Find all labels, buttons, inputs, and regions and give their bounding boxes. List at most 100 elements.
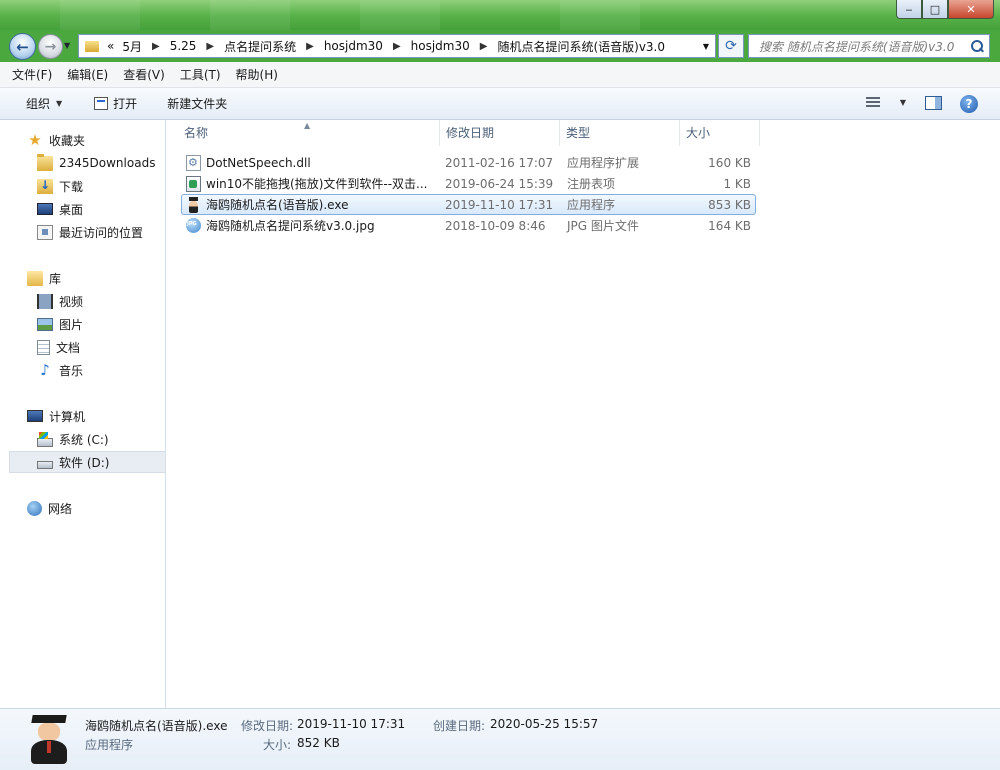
drive-icon [37,461,53,469]
nav-label: 最近访问的位置 [59,225,144,240]
menu-tools[interactable]: 工具(T) [180,66,221,83]
nav-label: 计算机 [49,409,86,424]
nav-item-music[interactable]: ♪ 音乐 [37,359,83,381]
file-row[interactable]: win10不能拖拽(拖放)文件到软件--双击... 2019-06-24 15:… [181,173,756,194]
nav-label: 软件 (D:) [59,455,110,470]
menu-file[interactable]: 文件(F) [12,66,52,83]
details-modified-label: 修改日期: [241,719,294,733]
download-folder-icon [37,178,53,194]
nav-label: 2345Downloads [59,156,156,170]
preview-pane-icon[interactable] [925,96,942,110]
column-header-date[interactable]: 修改日期 [440,120,560,146]
nav-item-drive-d[interactable]: 软件 (D:) [9,451,166,473]
file-name-cell: win10不能拖拽(拖放)文件到软件--双击... [182,175,441,192]
search-input[interactable]: 搜索 随机点名提问系统(语音版)v3.0 [748,34,990,58]
address-segment[interactable]: hosjdm30 [324,39,383,53]
folder-icon [85,40,99,52]
details-modified-value: 2019-11-10 17:31 [297,717,406,731]
nav-network[interactable]: 网络 [27,497,72,519]
recent-places-icon [37,224,53,240]
recent-pages-dropdown[interactable]: ▼ [64,41,70,50]
nav-item-recent-places[interactable]: 最近访问的位置 [37,221,143,243]
menu-help[interactable]: 帮助(H) [236,66,278,83]
column-label: 名称 [184,126,209,140]
title-bar: ‒ □ ✕ [0,0,1000,34]
file-name: DotNetSpeech.dll [206,155,311,170]
dropdown-arrow-icon: ▼ [56,99,63,108]
file-name-cell: 海鸥随机点名(语音版).exe [182,196,441,213]
nav-label: 图片 [59,317,84,332]
nav-item-downloads[interactable]: 下载 [37,175,83,197]
column-header-type[interactable]: 类型 [560,120,680,146]
details-filename: 海鸥随机点名(语音版).exe [85,719,228,733]
nav-libraries[interactable]: 库 [27,267,61,289]
back-button[interactable]: ← [9,33,36,60]
address-segment[interactable]: 5.25 [170,39,197,53]
address-segment[interactable]: 点名提问系统 [224,38,296,55]
chevron-right-icon[interactable]: ▶ [206,41,214,52]
menu-edit[interactable]: 编辑(E) [67,66,108,83]
video-icon [37,293,53,309]
file-size: 160 KB [708,155,751,170]
address-segment[interactable]: hosjdm30 [411,39,470,53]
navigation-pane: ★ 收藏夹 2345Downloads 下载 桌面 最近访问的位置 库 视频 图… [0,120,166,708]
registry-icon [186,175,201,192]
new-folder-button[interactable]: 新建文件夹 [167,95,227,112]
nav-label: 下载 [59,179,84,194]
address-bar[interactable]: « 5月 ▶ 5.25 ▶ 点名提问系统 ▶ hosjdm30 ▶ hosjdm… [78,34,716,58]
file-row[interactable]: DotNetSpeech.dll 2011-02-16 17:07 应用程序扩展… [181,152,756,173]
file-row-selected[interactable]: 海鸥随机点名(语音版).exe 2019-11-10 17:31 应用程序 85… [181,194,756,215]
jpg-icon [186,218,201,233]
column-label: 类型 [566,126,591,140]
nav-item-videos[interactable]: 视频 [37,290,83,312]
refresh-button[interactable]: ⟳ [718,34,744,58]
nav-computer[interactable]: 计算机 [27,405,85,427]
column-header-name[interactable]: ▲ 名称 [167,120,440,146]
file-name: win10不能拖拽(拖放)文件到软件--双击... [206,177,428,191]
menu-view[interactable]: 查看(V) [123,66,165,83]
system-drive-icon [37,431,53,447]
file-type: 应用程序扩展 [567,156,640,170]
exe-icon [28,715,70,765]
address-segment[interactable]: 5月 [122,38,142,55]
file-row[interactable]: 海鸥随机点名提问系统v3.0.jpg 2018-10-09 8:46 JPG 图… [181,215,756,236]
nav-item-documents[interactable]: 文档 [37,336,80,358]
nav-label: 网络 [48,501,73,516]
nav-item-desktop[interactable]: 桌面 [37,198,83,220]
column-header-size[interactable]: 大小 [680,120,760,146]
search-placeholder: 搜索 随机点名提问系统(语音版)v3.0 [759,39,955,54]
organize-button[interactable]: 组织 ▼ [26,95,62,112]
close-button[interactable]: ✕ [948,0,994,19]
file-date: 2018-10-09 8:46 [445,218,546,233]
address-overflow[interactable]: « [107,39,114,53]
nav-item-drive-c[interactable]: 系统 (C:) [37,428,109,450]
forward-button[interactable]: → [38,34,63,59]
nav-item-pictures[interactable]: 图片 [37,313,83,335]
minimize-button[interactable]: ‒ [896,0,922,19]
nav-favorites[interactable]: ★ 收藏夹 [27,129,85,151]
new-folder-label: 新建文件夹 [167,97,228,111]
document-icon [37,339,50,355]
change-view-button[interactable]: ▼ [865,97,906,108]
help-icon[interactable]: ? [960,95,978,113]
file-date: 2019-06-24 15:39 [445,176,554,191]
file-type: 注册表项 [567,177,616,191]
search-icon[interactable] [971,39,984,53]
open-label: 打开 [113,97,138,111]
file-date: 2019-11-10 17:31 [445,197,554,212]
details-created-value: 2020-05-25 15:57 [490,717,599,731]
nav-item-2345downloads[interactable]: 2345Downloads [37,152,155,174]
chevron-right-icon[interactable]: ▶ [152,41,160,52]
nav-label: 视频 [59,294,84,309]
chevron-right-icon[interactable]: ▶ [306,41,314,52]
chevron-right-icon[interactable]: ▶ [393,41,401,52]
menu-bar: 文件(F) 编辑(E) 查看(V) 工具(T) 帮助(H) [0,62,1000,88]
maximize-button[interactable]: □ [922,0,948,19]
chevron-right-icon[interactable]: ▶ [480,41,488,52]
nav-label: 音乐 [59,363,84,378]
address-segment-current[interactable]: 随机点名提问系统(语音版)v3.0 [497,38,665,55]
open-button[interactable]: 打开 [94,95,137,112]
address-dropdown-icon[interactable]: ▼ [703,42,709,51]
back-arrow-icon: ← [16,37,29,56]
details-filetype: 应用程序 [85,738,134,752]
